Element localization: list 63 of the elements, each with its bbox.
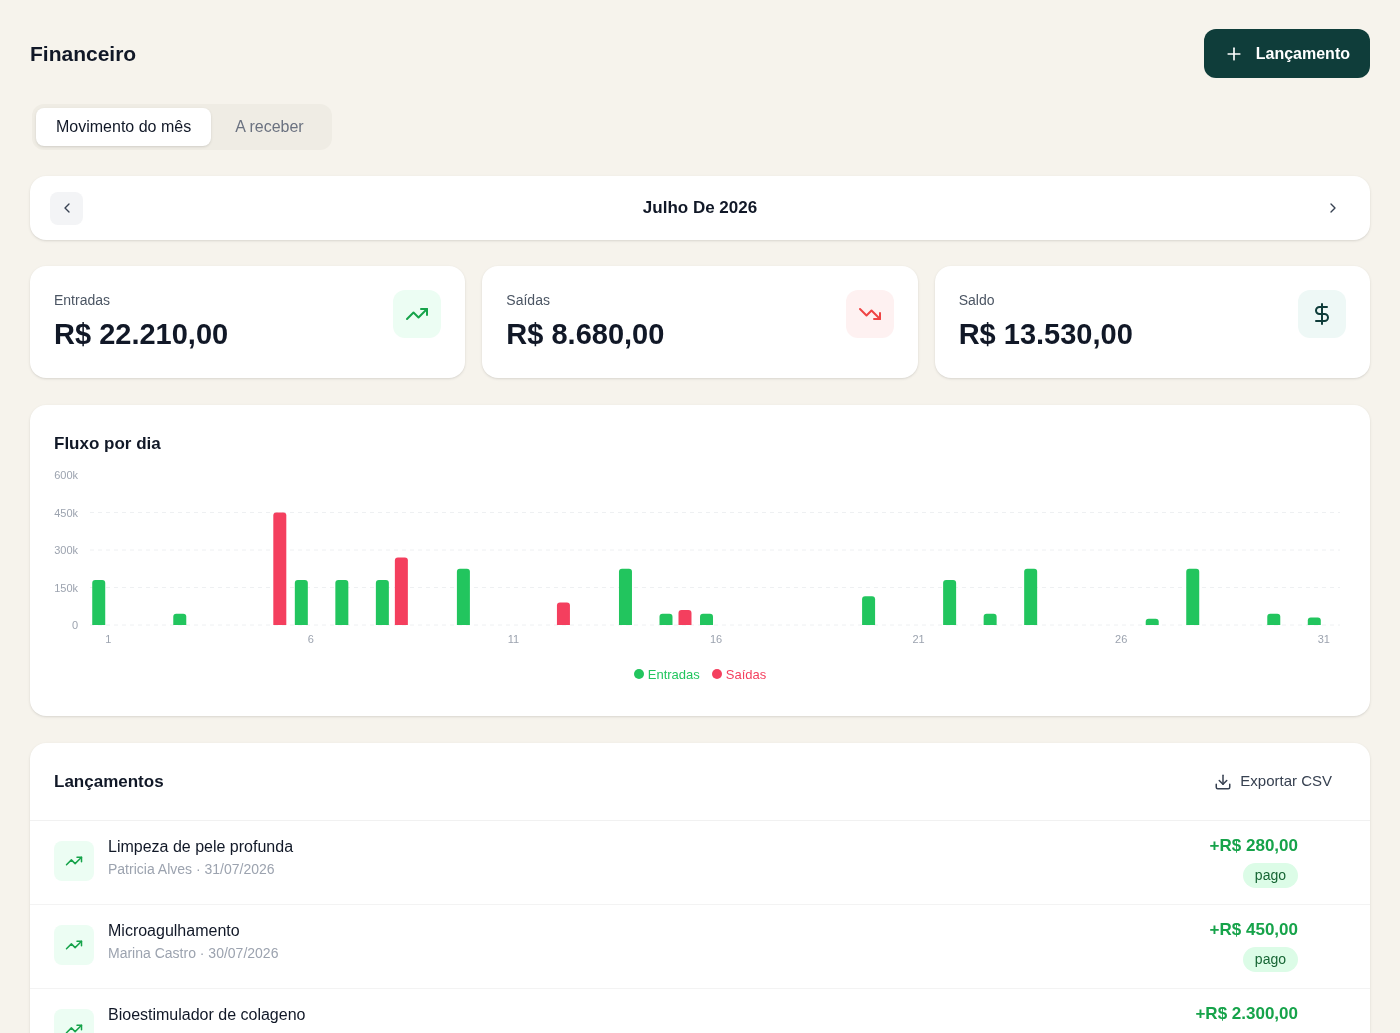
- stat-value: R$ 8.680,00: [506, 317, 665, 352]
- stat-label: Saldo: [958, 291, 996, 310]
- month-label: Julho De 2026: [642, 197, 758, 220]
- entry-row[interactable]: Limpeza de pele profunda Patricia Alves · 31/07/2026 +R$ 280,00 pago: [30, 821, 1370, 905]
- y-axis-label: 0: [71, 618, 78, 631]
- stat-label: Saídas: [506, 291, 551, 310]
- bar: [335, 579, 349, 625]
- bar: [1307, 617, 1321, 625]
- entry-row[interactable]: Microagulhamento Marina Castro · 30/07/2026 +R$ 450,00 pago: [30, 905, 1370, 989]
- entry-amount: +R$ 2.300,00: [1195, 1003, 1298, 1025]
- bar: [556, 602, 570, 625]
- y-axis-label: 300k: [54, 543, 78, 556]
- stat-value: R$ 22.210,00: [54, 317, 229, 352]
- entry-title: Limpeza de pele profunda: [108, 837, 294, 857]
- bar: [375, 579, 389, 625]
- export-csv-button[interactable]: Exportar CSV: [1214, 770, 1332, 793]
- x-axis-label: 6: [307, 632, 314, 645]
- bar: [678, 609, 692, 625]
- entry-row[interactable]: Bioestimulador de colageno +R$ 2.300,00: [30, 989, 1370, 1033]
- bar: [394, 557, 408, 625]
- legend-label: Saídas: [725, 665, 767, 684]
- add-entry-button[interactable]: Lançamento: [1203, 29, 1370, 78]
- chart-title: Fluxo por dia: [53, 433, 162, 455]
- legend-label: Entradas: [647, 665, 700, 684]
- stat-label: Entradas: [54, 291, 112, 310]
- bar: [659, 613, 673, 625]
- bar: [456, 568, 470, 625]
- bar: [1145, 618, 1159, 625]
- entry-subtitle: Marina Castro · 30/07/2026: [108, 944, 279, 963]
- entries-title: Lançamentos: [54, 770, 164, 793]
- bar: [173, 613, 187, 625]
- bar: [943, 579, 957, 625]
- bar: [862, 595, 876, 625]
- x-axis-label: 21: [912, 632, 925, 645]
- entry-subtitle: Patricia Alves · 31/07/2026: [108, 860, 276, 879]
- bar: [619, 568, 632, 625]
- status-badge: pago: [1242, 946, 1298, 972]
- entry-amount: +R$ 280,00: [1209, 835, 1298, 857]
- entry-title: Microagulhamento: [108, 921, 241, 941]
- bar: [700, 613, 713, 625]
- y-axis-label: 150k: [54, 581, 78, 593]
- bar: [294, 579, 308, 625]
- x-axis-label: 11: [507, 632, 520, 645]
- y-axis-label: 450k: [54, 506, 78, 518]
- x-axis-label: 16: [709, 632, 723, 645]
- x-axis-label: 26: [1115, 632, 1128, 645]
- download-icon: [1214, 772, 1233, 791]
- x-axis-label: 31: [1317, 632, 1330, 645]
- previous-month-button[interactable]: [50, 191, 83, 225]
- page-title: Financeiro: [30, 40, 137, 67]
- y-axis-label: 600k: [54, 470, 78, 481]
- bar: [1267, 613, 1281, 625]
- bar: [983, 613, 997, 625]
- tab[interactable]: Movimento do mês: [36, 108, 212, 146]
- entry-amount: +R$ 450,00: [1209, 919, 1298, 941]
- tab[interactable]: A receber: [211, 108, 328, 146]
- entry-title: Bioestimulador de colageno: [108, 1005, 306, 1025]
- stat-value: R$ 13.530,00: [958, 317, 1133, 352]
- bar: [92, 579, 106, 625]
- status-badge: pago: [1242, 862, 1298, 888]
- bar: [1024, 568, 1038, 625]
- x-axis-label: 1: [105, 632, 112, 645]
- bar: [1186, 568, 1200, 625]
